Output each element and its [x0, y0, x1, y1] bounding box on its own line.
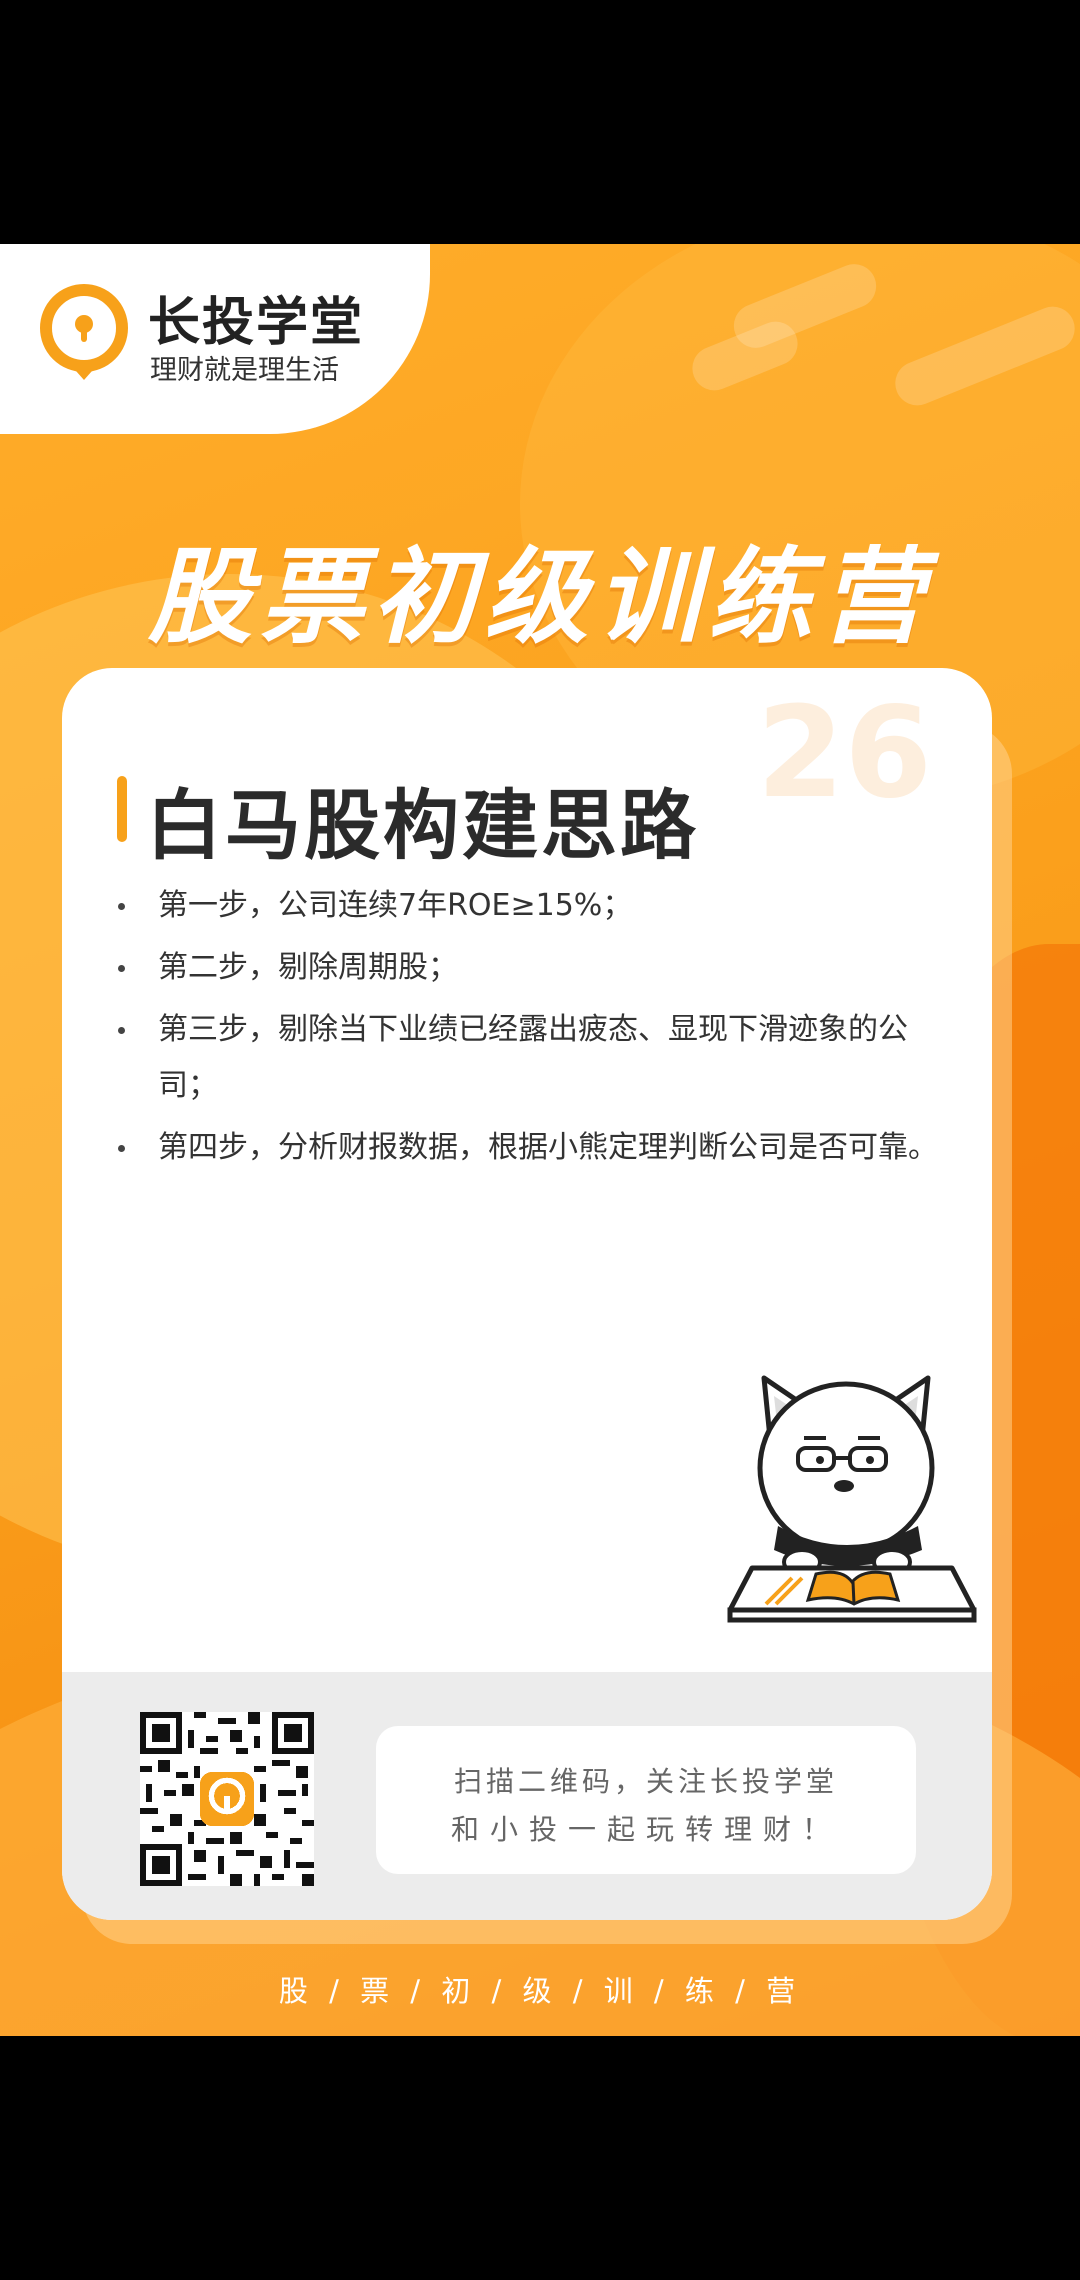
content-card: 26 白马股构建思路 第一步，公司连续7年ROE≥15%； 第二步，剔除周期股；…: [62, 668, 992, 1920]
bullet-icon: [118, 965, 125, 972]
lesson-number: 26: [756, 679, 932, 826]
lightbulb-logo-icon: [40, 284, 128, 380]
cta-line-2: 和小投一起玩转理财！: [450, 1813, 841, 1846]
bear-mascot-icon: [727, 1375, 977, 1623]
qr-code[interactable]: [140, 1712, 314, 1886]
cta-box: 扫描二维码，关注长投学堂 和小投一起玩转理财！: [376, 1726, 916, 1874]
main-title: 股票初级训练营: [147, 536, 932, 658]
list-item: 第四步，分析财报数据，根据小熊定理判断公司是否可靠。: [114, 1120, 954, 1176]
step-text: 第一步，公司连续7年ROE≥15%；: [158, 888, 633, 923]
steps-list: 第一步，公司连续7年ROE≥15%； 第二步，剔除周期股； 第三步，剔除当下业绩…: [114, 878, 954, 1182]
brand-slogan: 理财就是理生活: [150, 355, 339, 386]
list-item: 第二步，剔除周期股；: [114, 940, 954, 996]
list-item: 第一步，公司连续7年ROE≥15%；: [114, 878, 954, 934]
cta-line-1: 扫描二维码，关注长投学堂: [453, 1765, 838, 1798]
step-text: 第四步，分析财报数据，根据小熊定理判断公司是否可靠。: [158, 1130, 938, 1165]
brand-logo: 长投学堂 理财就是理生活: [38, 280, 418, 390]
title-accent-bar: [117, 776, 127, 842]
poster: 长投学堂 理财就是理生活 股票初级训练营 26 白马股构建思路 第一步，公司连续…: [0, 244, 1080, 2036]
list-item: 第三步，剔除当下业绩已经露出疲态、显现下滑迹象的公司；: [114, 1002, 954, 1114]
bullet-icon: [118, 1027, 125, 1034]
step-text: 第三步，剔除当下业绩已经露出疲态、显现下滑迹象的公司；: [158, 1012, 908, 1103]
bottom-tagline: 股 / 票 / 初 / 级 / 训 / 练 / 营: [278, 1974, 802, 2008]
step-text: 第二步，剔除周期股；: [158, 950, 458, 985]
bullet-icon: [118, 903, 125, 910]
brand-name: 长投学堂: [148, 293, 365, 353]
card-footer: 扫描二维码，关注长投学堂 和小投一起玩转理财！: [62, 1672, 992, 1920]
card-title: 白马股构建思路: [146, 781, 699, 870]
bullet-icon: [118, 1145, 125, 1152]
